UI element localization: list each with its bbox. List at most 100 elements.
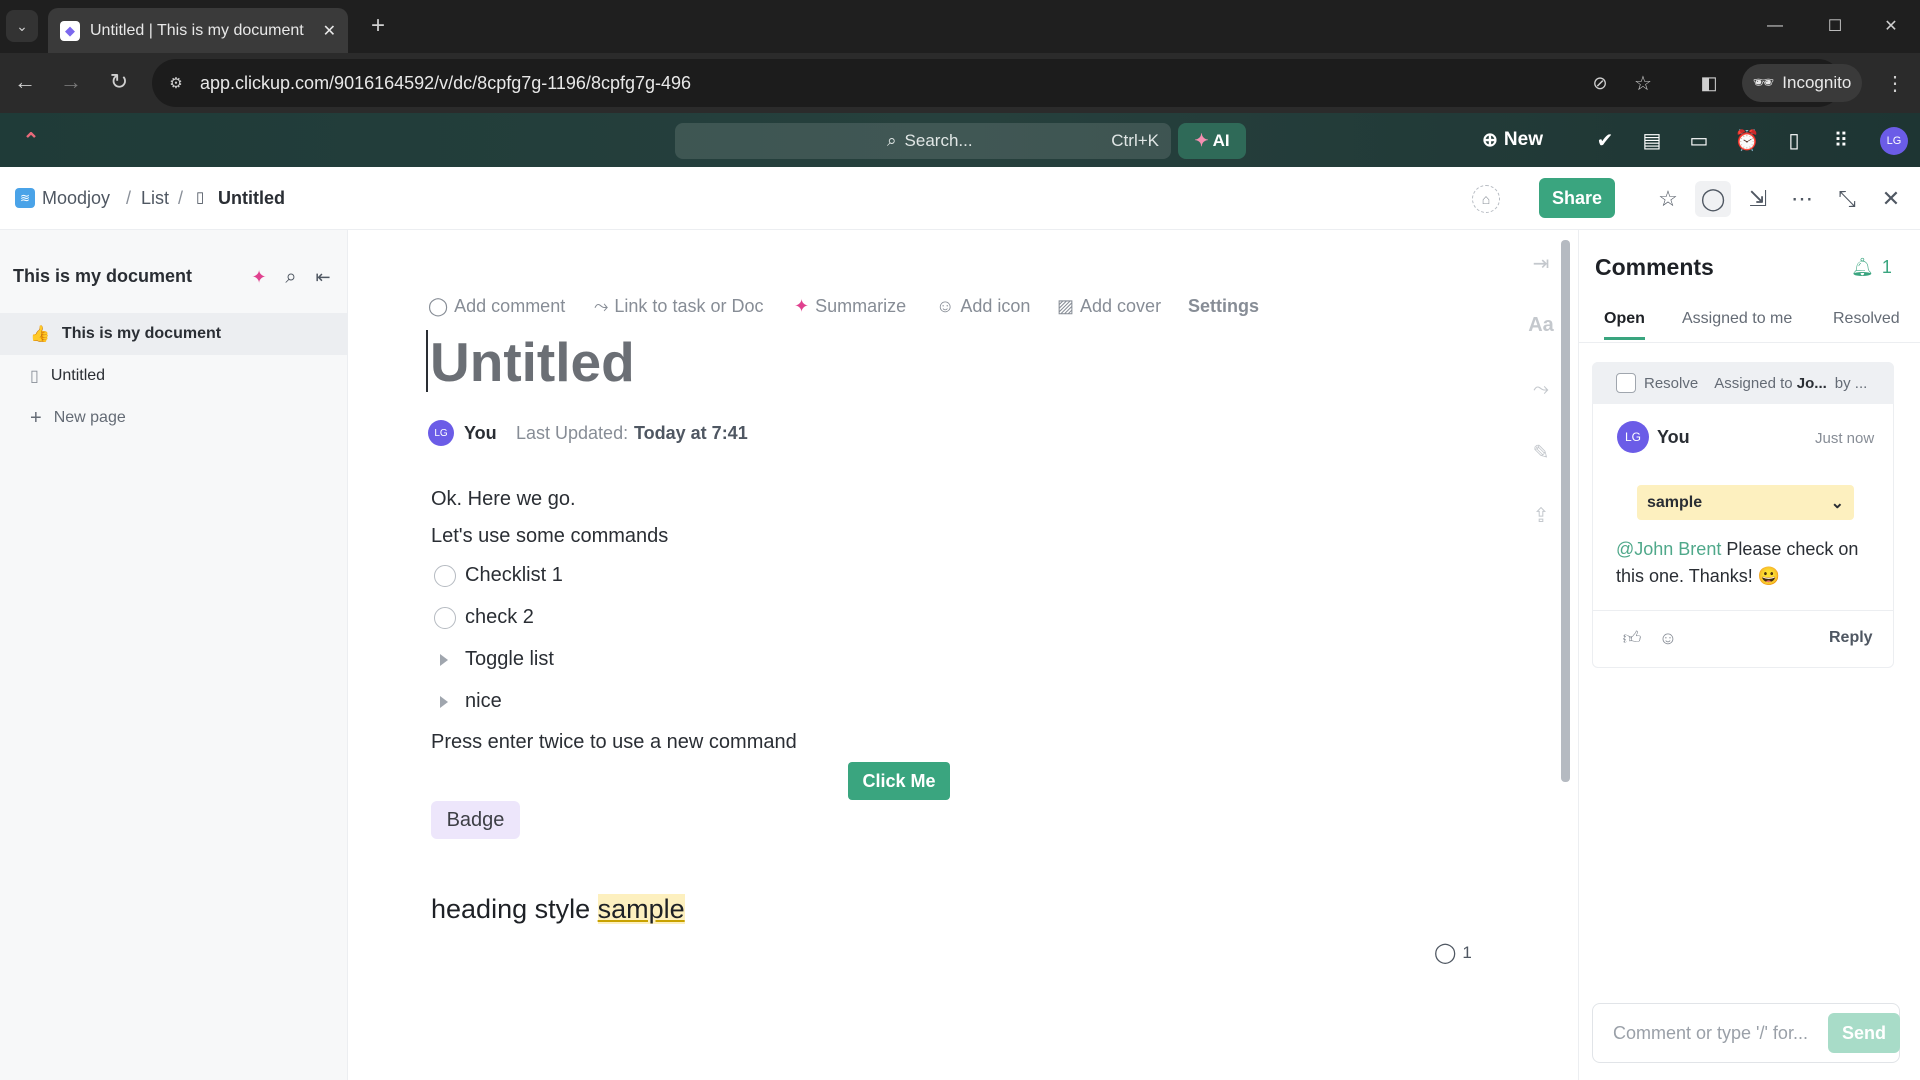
toggle-caret-icon[interactable] (440, 696, 448, 708)
quoted-text-dropdown[interactable]: sample ⌄ (1637, 485, 1854, 520)
doc-title[interactable]: Untitled (430, 330, 635, 394)
incognito-label: Incognito (1782, 73, 1852, 92)
plus-circle-icon: ⊕ (1482, 129, 1498, 151)
mention[interactable]: @John Brent (1616, 539, 1721, 559)
user-avatar[interactable]: LG (1880, 127, 1908, 155)
toggle-item[interactable]: nice (465, 690, 502, 713)
breadcrumb-list[interactable]: List (141, 188, 169, 209)
checklist-checkbox[interactable] (434, 565, 456, 587)
alarm-clock-icon[interactable]: ⏰ (1731, 124, 1763, 156)
ai-button[interactable]: ✦ AI (1178, 123, 1246, 159)
site-settings-icon[interactable]: ⚙ (162, 69, 190, 97)
tab-search-chevron-icon[interactable]: ⌄ (6, 10, 38, 42)
link-icon[interactable]: ⤳ (1526, 374, 1556, 404)
sidebar-item-label: Untitled (50, 367, 106, 384)
thumbs-up-icon: 👍 (30, 326, 50, 343)
forward-icon[interactable]: → (56, 67, 86, 97)
space-icon: ≋ (15, 188, 35, 208)
thumbs-up-icon[interactable]: 👍︎ (1620, 626, 1644, 650)
quoted-text: sample (1647, 493, 1703, 511)
editor-scrollbar[interactable] (1561, 240, 1570, 782)
close-icon[interactable]: ✕ (1873, 181, 1909, 217)
sparkle-icon: ✦ (1194, 131, 1209, 150)
share-button[interactable]: Share (1539, 178, 1615, 218)
paragraph[interactable]: Let's use some commands (431, 525, 668, 548)
magic-wand-icon[interactable]: ✎ (1526, 437, 1556, 467)
smiley-plus-icon: ☺ (936, 296, 955, 316)
expand-panel-icon[interactable]: ⇥ (1526, 248, 1556, 278)
minimize-icon[interactable]: — (1760, 12, 1790, 40)
toggle-item[interactable]: Toggle list (465, 648, 554, 671)
link-task-action[interactable]: ⤳ Link to task or Doc (594, 296, 763, 317)
add-reaction-icon[interactable]: ☺ (1656, 626, 1680, 650)
bookmark-star-icon[interactable]: ☆ (1628, 68, 1658, 98)
video-icon[interactable]: ▭ (1683, 124, 1715, 156)
search-icon[interactable]: ⌕ (278, 264, 304, 290)
more-options-icon[interactable]: ⋯ (1784, 181, 1820, 217)
new-button[interactable]: ⊕ New (1482, 124, 1543, 156)
back-icon[interactable]: ← (10, 67, 40, 97)
document-icon[interactable]: ▯ (1778, 124, 1810, 156)
upload-icon[interactable]: ⇪ (1526, 500, 1556, 530)
thread-header: Resolve Assigned to Jo... by ... (1592, 362, 1894, 404)
notepad-icon[interactable]: ▤ (1636, 124, 1668, 156)
tag-icon[interactable]: ⌂ (1472, 185, 1500, 213)
breadcrumb-current[interactable]: Untitled (218, 188, 285, 209)
checklist-checkbox[interactable] (434, 607, 456, 629)
apps-grid-icon[interactable]: ⠿ (1825, 124, 1857, 156)
paragraph[interactable]: Ok. Here we go. (431, 488, 576, 511)
toggle-caret-icon[interactable] (440, 654, 448, 666)
export-icon[interactable]: ⇲ (1740, 181, 1776, 217)
add-icon-action[interactable]: ☺ Add icon (936, 296, 1030, 317)
maximize-icon[interactable]: ☐ (1820, 12, 1850, 40)
notifications-button[interactable]: 🔔︎ 1 (1851, 257, 1892, 278)
settings-action[interactable]: Settings (1188, 296, 1259, 317)
tab-open[interactable]: Open (1604, 310, 1645, 340)
incognito-indicator[interactable]: 🕶 Incognito (1742, 64, 1862, 102)
ai-sparkle-icon[interactable]: ✦ (246, 264, 272, 290)
checklist-item[interactable]: check 2 (465, 606, 534, 629)
close-tab-icon[interactable]: ✕ (323, 21, 336, 41)
check-circle-icon[interactable]: ✔ (1589, 124, 1621, 156)
reply-button[interactable]: Reply (1829, 629, 1873, 647)
hint-paragraph[interactable]: Press enter twice to use a new command (431, 731, 797, 754)
inline-comment-count[interactable]: ◯ 1 (1434, 940, 1472, 965)
favorite-star-icon[interactable]: ☆ (1650, 181, 1686, 217)
breadcrumb-bar (0, 167, 1920, 230)
new-tab-icon[interactable]: + (364, 12, 392, 40)
click-me-button[interactable]: Click Me (848, 762, 950, 800)
browser-menu-icon[interactable]: ⋮ (1880, 68, 1910, 98)
summarize-action[interactable]: ✦ Summarize (794, 296, 906, 317)
sidebar-new-page[interactable]: + New page (0, 397, 347, 439)
collapse-sidebar-icon[interactable]: ⇤ (310, 264, 336, 290)
global-search[interactable]: ⌕ Search... Ctrl+K (675, 123, 1171, 159)
breadcrumb-space[interactable]: Moodjoy (42, 188, 110, 209)
eye-off-icon[interactable]: ⊘ (1585, 68, 1615, 98)
resolve-checkbox[interactable] (1616, 373, 1636, 393)
comments-toggle-icon[interactable]: ◯ (1695, 181, 1731, 217)
commented-highlight[interactable]: sample (597, 894, 685, 924)
side-panel-icon[interactable]: ◧ (1694, 68, 1724, 98)
send-button[interactable]: Send (1828, 1013, 1900, 1053)
close-window-icon[interactable]: ✕ (1876, 12, 1906, 40)
browser-tab[interactable]: ◆ Untitled | This is my document ✕ (48, 8, 348, 53)
resolve-label[interactable]: Resolve (1644, 375, 1698, 392)
comments-title: Comments (1595, 254, 1714, 280)
divider (1592, 610, 1894, 611)
tab-resolved[interactable]: Resolved (1833, 310, 1900, 328)
collapse-icon[interactable]: ⤡ (1829, 181, 1865, 217)
checklist-item[interactable]: Checklist 1 (465, 564, 563, 587)
heading-text: heading style (431, 894, 598, 924)
tab-assigned-to-me[interactable]: Assigned to me (1682, 310, 1792, 328)
add-cover-action[interactable]: ▨ Add cover (1057, 296, 1161, 317)
typography-icon[interactable]: Aa (1526, 310, 1556, 340)
reload-icon[interactable]: ↻ (104, 67, 134, 97)
breadcrumb-separator: / (178, 188, 184, 208)
add-comment-action[interactable]: ◯ Add comment (428, 296, 565, 317)
sidebar-item-this-is-my-document[interactable]: 👍 This is my document (0, 313, 347, 355)
clickup-logo-icon[interactable]: ⌃ (18, 127, 44, 153)
browser-tab-bar: ⌄ ◆ Untitled | This is my document ✕ + —… (0, 0, 1920, 53)
action-label: Add cover (1080, 296, 1162, 316)
sidebar-item-untitled[interactable]: ▯ Untitled (0, 355, 347, 397)
heading[interactable]: heading style sample (431, 894, 685, 925)
